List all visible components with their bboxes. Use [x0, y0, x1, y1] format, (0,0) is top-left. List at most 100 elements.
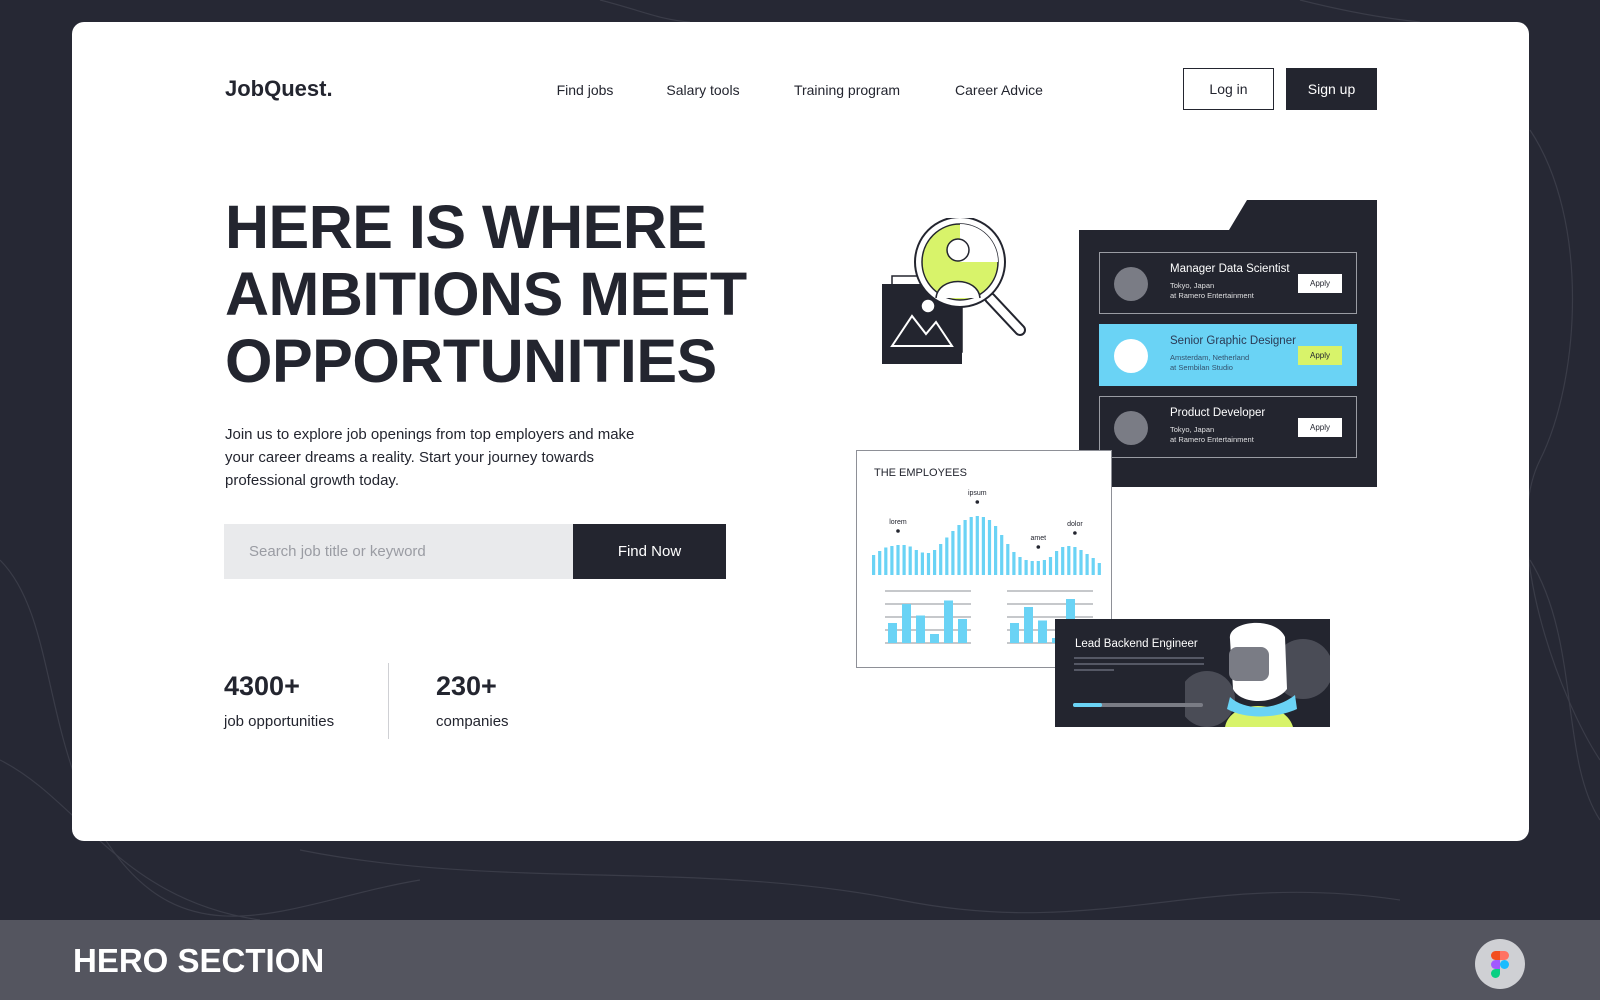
- headline-line: AMBITIONS MEET: [225, 260, 747, 328]
- wave-bar: [920, 552, 924, 575]
- job-icon: [1114, 339, 1148, 373]
- wave-bar: [1036, 561, 1040, 575]
- wave-bar: [896, 545, 900, 575]
- wave-bar: [951, 531, 955, 575]
- nav-career-advice[interactable]: Career Advice: [955, 82, 1043, 98]
- wave-bar: [1055, 551, 1059, 575]
- magnifier-illustration: [882, 218, 1026, 364]
- wave-bar: [1061, 547, 1065, 575]
- wave-bar: [1048, 557, 1053, 575]
- job-meta: Amsterdam, Netherland at Sembilan Studio: [1170, 353, 1250, 372]
- stat-jobs-label: job opportunities: [224, 713, 335, 730]
- wave-bar: [957, 525, 961, 575]
- wave-point: [1073, 531, 1077, 535]
- section-title: HERO SECTION: [73, 942, 325, 979]
- hourglass-icon: [1114, 411, 1148, 445]
- wave-bar: [1030, 561, 1034, 575]
- mini-bar: [930, 634, 939, 643]
- stat-jobs-value: 4300+: [224, 671, 300, 701]
- hero-card: JobQuest. Find jobs Salary tools Trainin…: [72, 22, 1529, 841]
- wave-bar: [914, 550, 918, 575]
- figma-icon[interactable]: [1475, 939, 1525, 989]
- job-listings-panel: Manager Data Scientist Tokyo, Japan at Ra…: [1079, 200, 1377, 487]
- brand-logo[interactable]: JobQuest.: [225, 76, 333, 102]
- wave-bar: [872, 555, 876, 575]
- stat-companies-label: companies: [436, 713, 509, 730]
- login-button[interactable]: Log in: [1183, 68, 1274, 110]
- mini-bar: [888, 623, 897, 643]
- wave-bar: [1085, 554, 1089, 575]
- wave-bar: [1073, 547, 1077, 575]
- wave-bar: [890, 546, 894, 575]
- job-card[interactable]: Manager Data Scientist Tokyo, Japan at Ra…: [1099, 252, 1357, 314]
- wave-bar: [1012, 552, 1016, 575]
- stat-companies-value: 230+: [436, 671, 497, 701]
- wave-point: [1036, 545, 1041, 549]
- hero-description: Join us to explore job openings from top…: [225, 426, 635, 489]
- wave-bar: [963, 520, 967, 575]
- mini-bar: [902, 604, 911, 643]
- nav-training-program[interactable]: Training program: [794, 82, 900, 98]
- character-illustration: [1185, 622, 1330, 727]
- headline-line: HERE IS WHERE: [225, 193, 707, 261]
- job-title: Manager Data Scientist: [1170, 263, 1290, 275]
- wave-bar: [884, 547, 888, 575]
- wave-bar: [1018, 557, 1022, 575]
- wave-label: dolor: [1067, 521, 1083, 528]
- wave-bar: [1042, 560, 1046, 575]
- apply-button[interactable]: Apply: [1298, 274, 1342, 293]
- progress-bar: [1073, 703, 1203, 707]
- wave-bar: [1024, 560, 1028, 575]
- wave-bar: [1079, 550, 1083, 575]
- mini-bar: [958, 619, 967, 643]
- wave-label: amet: [1031, 535, 1047, 542]
- progress-fill: [1073, 703, 1102, 707]
- job-icon: [1114, 267, 1148, 301]
- wave-bar: [994, 526, 998, 575]
- wave-bar: [1067, 546, 1071, 575]
- apply-button[interactable]: Apply: [1298, 418, 1342, 437]
- wave-label: lorem: [889, 519, 907, 526]
- nav-salary-tools[interactable]: Salary tools: [666, 82, 739, 98]
- job-meta: Tokyo, Japan at Ramero Entertainment: [1170, 281, 1254, 300]
- wave-bar: [939, 544, 943, 575]
- signup-button[interactable]: Sign up: [1286, 68, 1377, 110]
- wave-bar: [1097, 563, 1101, 575]
- mini-bar: [916, 615, 925, 643]
- job-card[interactable]: Product Developer Tokyo, Japan at Ramero …: [1099, 396, 1357, 458]
- wave-label: ipsum: [968, 490, 987, 497]
- headline-line: OPPORTUNITIES: [225, 327, 717, 395]
- wave-point: [975, 500, 980, 504]
- lead-card-title: Lead Backend Engineer: [1075, 638, 1198, 650]
- wave-bar: [878, 551, 882, 575]
- mini-bar: [944, 600, 953, 643]
- job-card[interactable]: Senior Graphic Designer Amsterdam, Nethe…: [1099, 324, 1357, 386]
- hero-headline: HERE IS WHERE AMBITIONS MEET OPPORTUNITI…: [225, 194, 747, 395]
- footer-bar: HERO SECTION: [0, 920, 1600, 1000]
- wave-bar: [908, 546, 912, 575]
- stats-divider: [388, 663, 389, 739]
- wave-bar: [969, 517, 973, 575]
- wave-bar: [981, 517, 985, 575]
- job-meta: Tokyo, Japan at Ramero Entertainment: [1170, 425, 1254, 444]
- wave-bar: [933, 550, 937, 575]
- wave-bar: [975, 516, 979, 575]
- wave-bar: [987, 520, 992, 575]
- wave-bar: [926, 553, 931, 575]
- wave-point: [896, 529, 900, 533]
- nav-find-jobs[interactable]: Find jobs: [557, 82, 614, 98]
- search-input[interactable]: [224, 524, 573, 579]
- wave-bar: [945, 537, 949, 575]
- mini-bar: [1010, 623, 1019, 643]
- mini-bar: [1038, 620, 1047, 643]
- apply-button[interactable]: Apply: [1298, 346, 1342, 365]
- mini-bar: [1024, 607, 1033, 643]
- lead-backend-card[interactable]: Lead Backend Engineer: [1055, 619, 1330, 727]
- wave-bar: [1000, 535, 1004, 575]
- wave-bar: [1091, 558, 1095, 575]
- job-title: Senior Graphic Designer: [1170, 335, 1296, 347]
- wave-bar: [902, 545, 906, 575]
- job-title: Product Developer: [1170, 407, 1266, 419]
- wave-bar: [1006, 544, 1010, 575]
- find-now-button[interactable]: Find Now: [573, 524, 726, 579]
